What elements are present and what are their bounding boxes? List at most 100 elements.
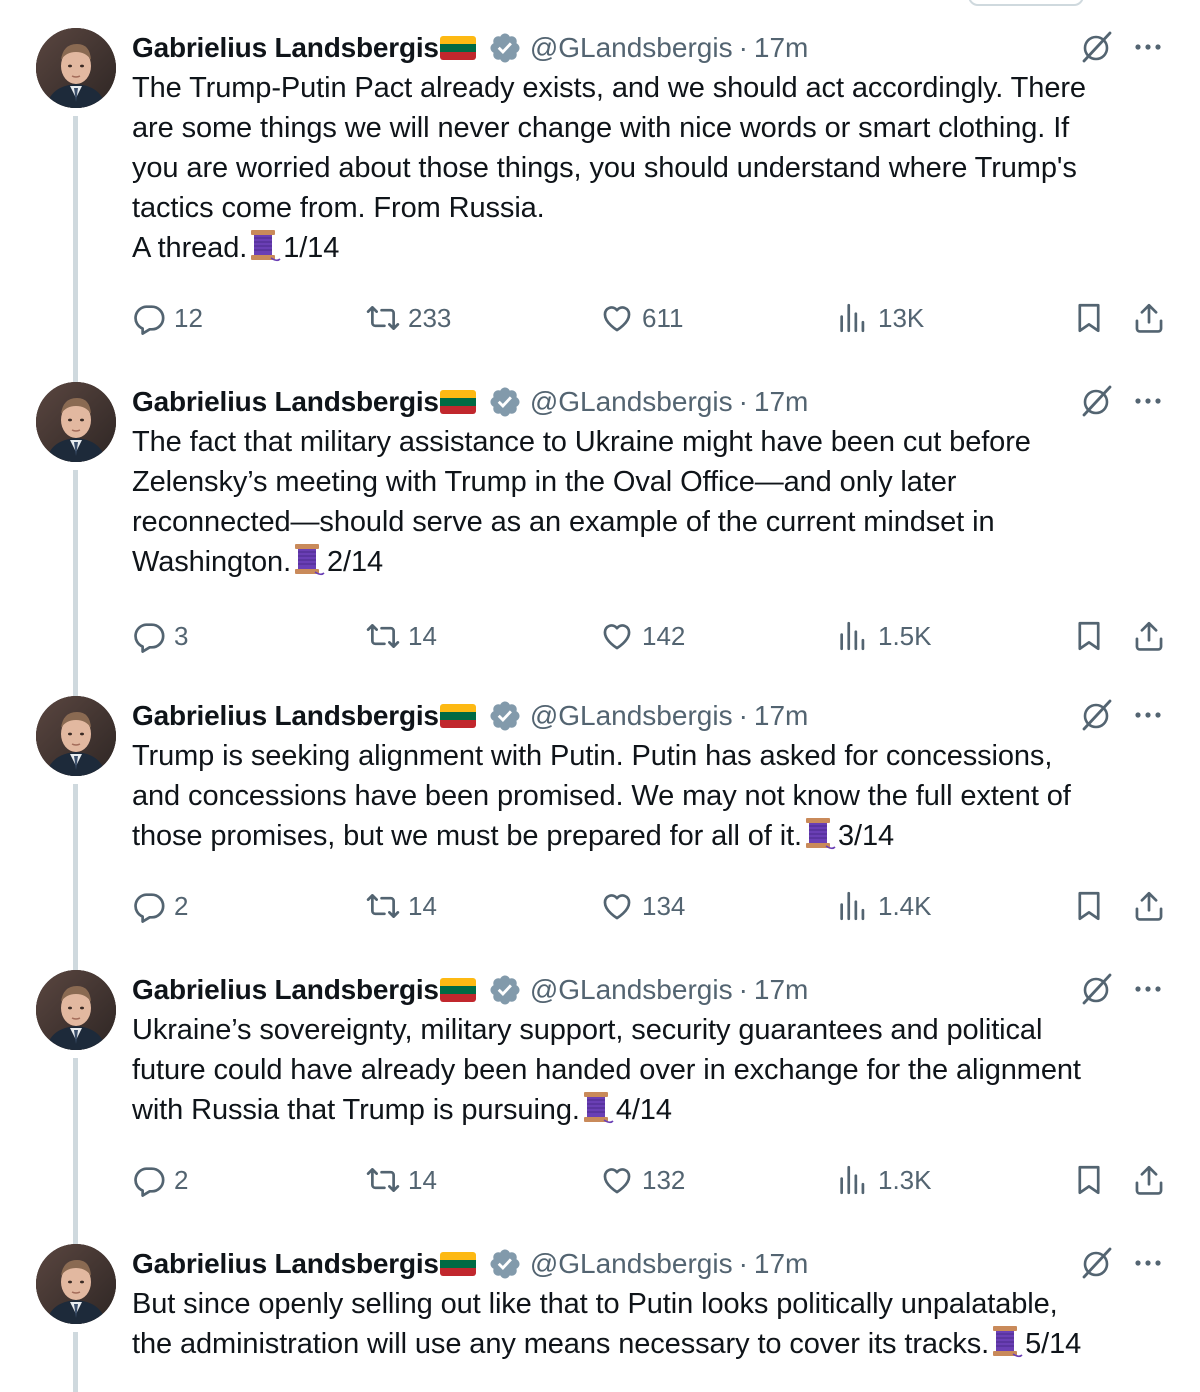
views-count: 1.5K xyxy=(878,620,932,651)
views-icon xyxy=(836,301,870,335)
views-button[interactable]: 1.5K xyxy=(836,616,932,656)
timestamp[interactable]: 17m xyxy=(754,32,808,64)
tweet-text-segment: Ukraine’s sovereignty, military support,… xyxy=(132,1014,1043,1046)
tweet[interactable]: Gabrielius Landsbergis @GLandsbergis · 17m U… xyxy=(0,942,1200,1244)
more-icon[interactable] xyxy=(1130,698,1166,732)
like-button[interactable]: 611 xyxy=(600,298,683,338)
tweet-text-line: Ukraine’s sovereignty, military support,… xyxy=(132,1010,1172,1050)
tweet-text-segment: Zelensky’s meeting with Trump in the Ova… xyxy=(132,466,957,498)
like-button[interactable]: 132 xyxy=(600,1160,685,1200)
author-handle[interactable]: @GLandsbergis xyxy=(530,386,733,418)
more-icon[interactable] xyxy=(1130,1246,1166,1280)
tweet-header: Gabrielius Landsbergis @GLandsbergis · 17m xyxy=(132,382,808,422)
tweet[interactable]: Gabrielius Landsbergis @GLandsbergis · 17m T… xyxy=(0,0,1200,382)
reply-button[interactable]: 2 xyxy=(132,886,188,926)
bookmark-button[interactable] xyxy=(1072,1160,1106,1200)
repost-button[interactable]: 14 xyxy=(366,886,437,926)
avatar[interactable] xyxy=(36,28,116,108)
grok-icon[interactable] xyxy=(1080,30,1114,64)
share-button[interactable] xyxy=(1132,886,1166,926)
tweet-text-segment: with Russia that Trump is pursuing. xyxy=(132,1094,580,1126)
verified-badge-icon[interactable] xyxy=(488,31,522,65)
repost-button[interactable]: 233 xyxy=(366,298,451,338)
share-icon xyxy=(1132,1163,1166,1197)
avatar[interactable] xyxy=(36,1244,116,1324)
more-icon[interactable] xyxy=(1130,384,1166,418)
bookmark-button[interactable] xyxy=(1072,886,1106,926)
tweet-text-line: A thread. 1/14 xyxy=(132,228,1172,268)
avatar[interactable] xyxy=(36,696,116,776)
views-button[interactable]: 1.4K xyxy=(836,886,932,926)
grok-icon[interactable] xyxy=(1080,1246,1114,1280)
tweet-header: Gabrielius Landsbergis @GLandsbergis · 17m xyxy=(132,696,808,736)
reply-icon xyxy=(132,889,166,923)
grok-icon[interactable] xyxy=(1080,384,1114,418)
reply-icon xyxy=(132,1163,166,1197)
verified-badge-icon[interactable] xyxy=(488,1247,522,1281)
author-handle[interactable]: @GLandsbergis xyxy=(530,700,733,732)
tweet[interactable]: Gabrielius Landsbergis @GLandsbergis · 17m B… xyxy=(0,1216,1200,1392)
like-count: 132 xyxy=(642,1164,686,1195)
grok-icon[interactable] xyxy=(1080,698,1114,732)
avatar[interactable] xyxy=(36,970,116,1050)
repost-icon xyxy=(366,889,400,923)
repost-count: 233 xyxy=(408,302,452,333)
author-name[interactable]: Gabrielius Landsbergis xyxy=(132,386,439,418)
repost-button[interactable]: 14 xyxy=(366,616,437,656)
tweet-text-line: Trump is seeking alignment with Putin. P… xyxy=(132,736,1172,776)
tweet-text-line: But since openly selling out like that t… xyxy=(132,1284,1172,1324)
avatar[interactable] xyxy=(36,382,116,462)
views-button[interactable]: 1.3K xyxy=(836,1160,932,1200)
author-handle[interactable]: @GLandsbergis xyxy=(530,974,733,1006)
tweet[interactable]: Gabrielius Landsbergis @GLandsbergis · 17m T… xyxy=(0,668,1200,970)
tweet-text-line: the administration will use any means ne… xyxy=(132,1324,1172,1364)
tweet-text-segment: The fact that military assistance to Ukr… xyxy=(132,426,1031,458)
verified-badge-icon[interactable] xyxy=(488,973,522,1007)
author-name[interactable]: Gabrielius Landsbergis xyxy=(132,32,439,64)
like-button[interactable]: 134 xyxy=(600,886,685,926)
tweet-header: Gabrielius Landsbergis @GLandsbergis · 17m xyxy=(132,28,808,68)
verified-badge-icon[interactable] xyxy=(488,385,522,419)
share-button[interactable] xyxy=(1132,298,1166,338)
timestamp[interactable]: 17m xyxy=(754,386,808,418)
tweet-text-segment: Washington. xyxy=(132,546,292,578)
reply-button[interactable]: 12 xyxy=(132,298,203,338)
author-handle[interactable]: @GLandsbergis xyxy=(530,1248,733,1280)
timestamp[interactable]: 17m xyxy=(754,974,808,1006)
author-handle[interactable]: @GLandsbergis xyxy=(530,32,733,64)
tweet-text-line: future could have already been handed ov… xyxy=(132,1050,1172,1090)
author-name[interactable]: Gabrielius Landsbergis xyxy=(132,1248,439,1280)
repost-count: 14 xyxy=(408,620,437,651)
author-name[interactable]: Gabrielius Landsbergis xyxy=(132,974,439,1006)
more-icon[interactable] xyxy=(1130,30,1166,64)
reply-button[interactable]: 3 xyxy=(132,616,188,656)
bookmark-button[interactable] xyxy=(1072,616,1106,656)
share-button[interactable] xyxy=(1132,616,1166,656)
timestamp[interactable]: 17m xyxy=(754,1248,808,1280)
more-icon[interactable] xyxy=(1130,972,1166,1006)
tweet-actions: 2 14 132 1.3K xyxy=(0,1160,1200,1200)
timestamp[interactable]: 17m xyxy=(754,700,808,732)
verified-badge-icon[interactable] xyxy=(488,699,522,733)
author-name[interactable]: Gabrielius Landsbergis xyxy=(132,700,439,732)
tweet[interactable]: Gabrielius Landsbergis @GLandsbergis · 17m T… xyxy=(0,354,1200,696)
tweet-text-line: are some things we will never change wit… xyxy=(132,108,1172,148)
tweet-text-segment: The Trump-Putin Pact already exists, and… xyxy=(132,72,1086,104)
share-icon xyxy=(1132,301,1166,335)
share-button[interactable] xyxy=(1132,1160,1166,1200)
tweet-text-segment: you are worried about those things, you … xyxy=(132,152,1077,184)
tweet-header: Gabrielius Landsbergis @GLandsbergis · 17m xyxy=(132,970,808,1010)
views-button[interactable]: 13K xyxy=(836,298,924,338)
tweet-text-segment: A thread. xyxy=(132,232,248,264)
grok-icon[interactable] xyxy=(1080,972,1114,1006)
spool-of-thread-icon xyxy=(804,816,836,852)
bookmark-button[interactable] xyxy=(1072,298,1106,338)
reply-button[interactable]: 2 xyxy=(132,1160,188,1200)
thread-connector-line xyxy=(73,470,78,696)
like-button[interactable]: 142 xyxy=(600,616,685,656)
repost-button[interactable]: 14 xyxy=(366,1160,437,1200)
tweet-actions: 12 233 611 13K xyxy=(0,298,1200,338)
lithuania-flag-icon xyxy=(439,704,476,728)
tweet-header: Gabrielius Landsbergis @GLandsbergis · 17m xyxy=(132,1244,808,1284)
reply-count: 12 xyxy=(174,302,203,333)
